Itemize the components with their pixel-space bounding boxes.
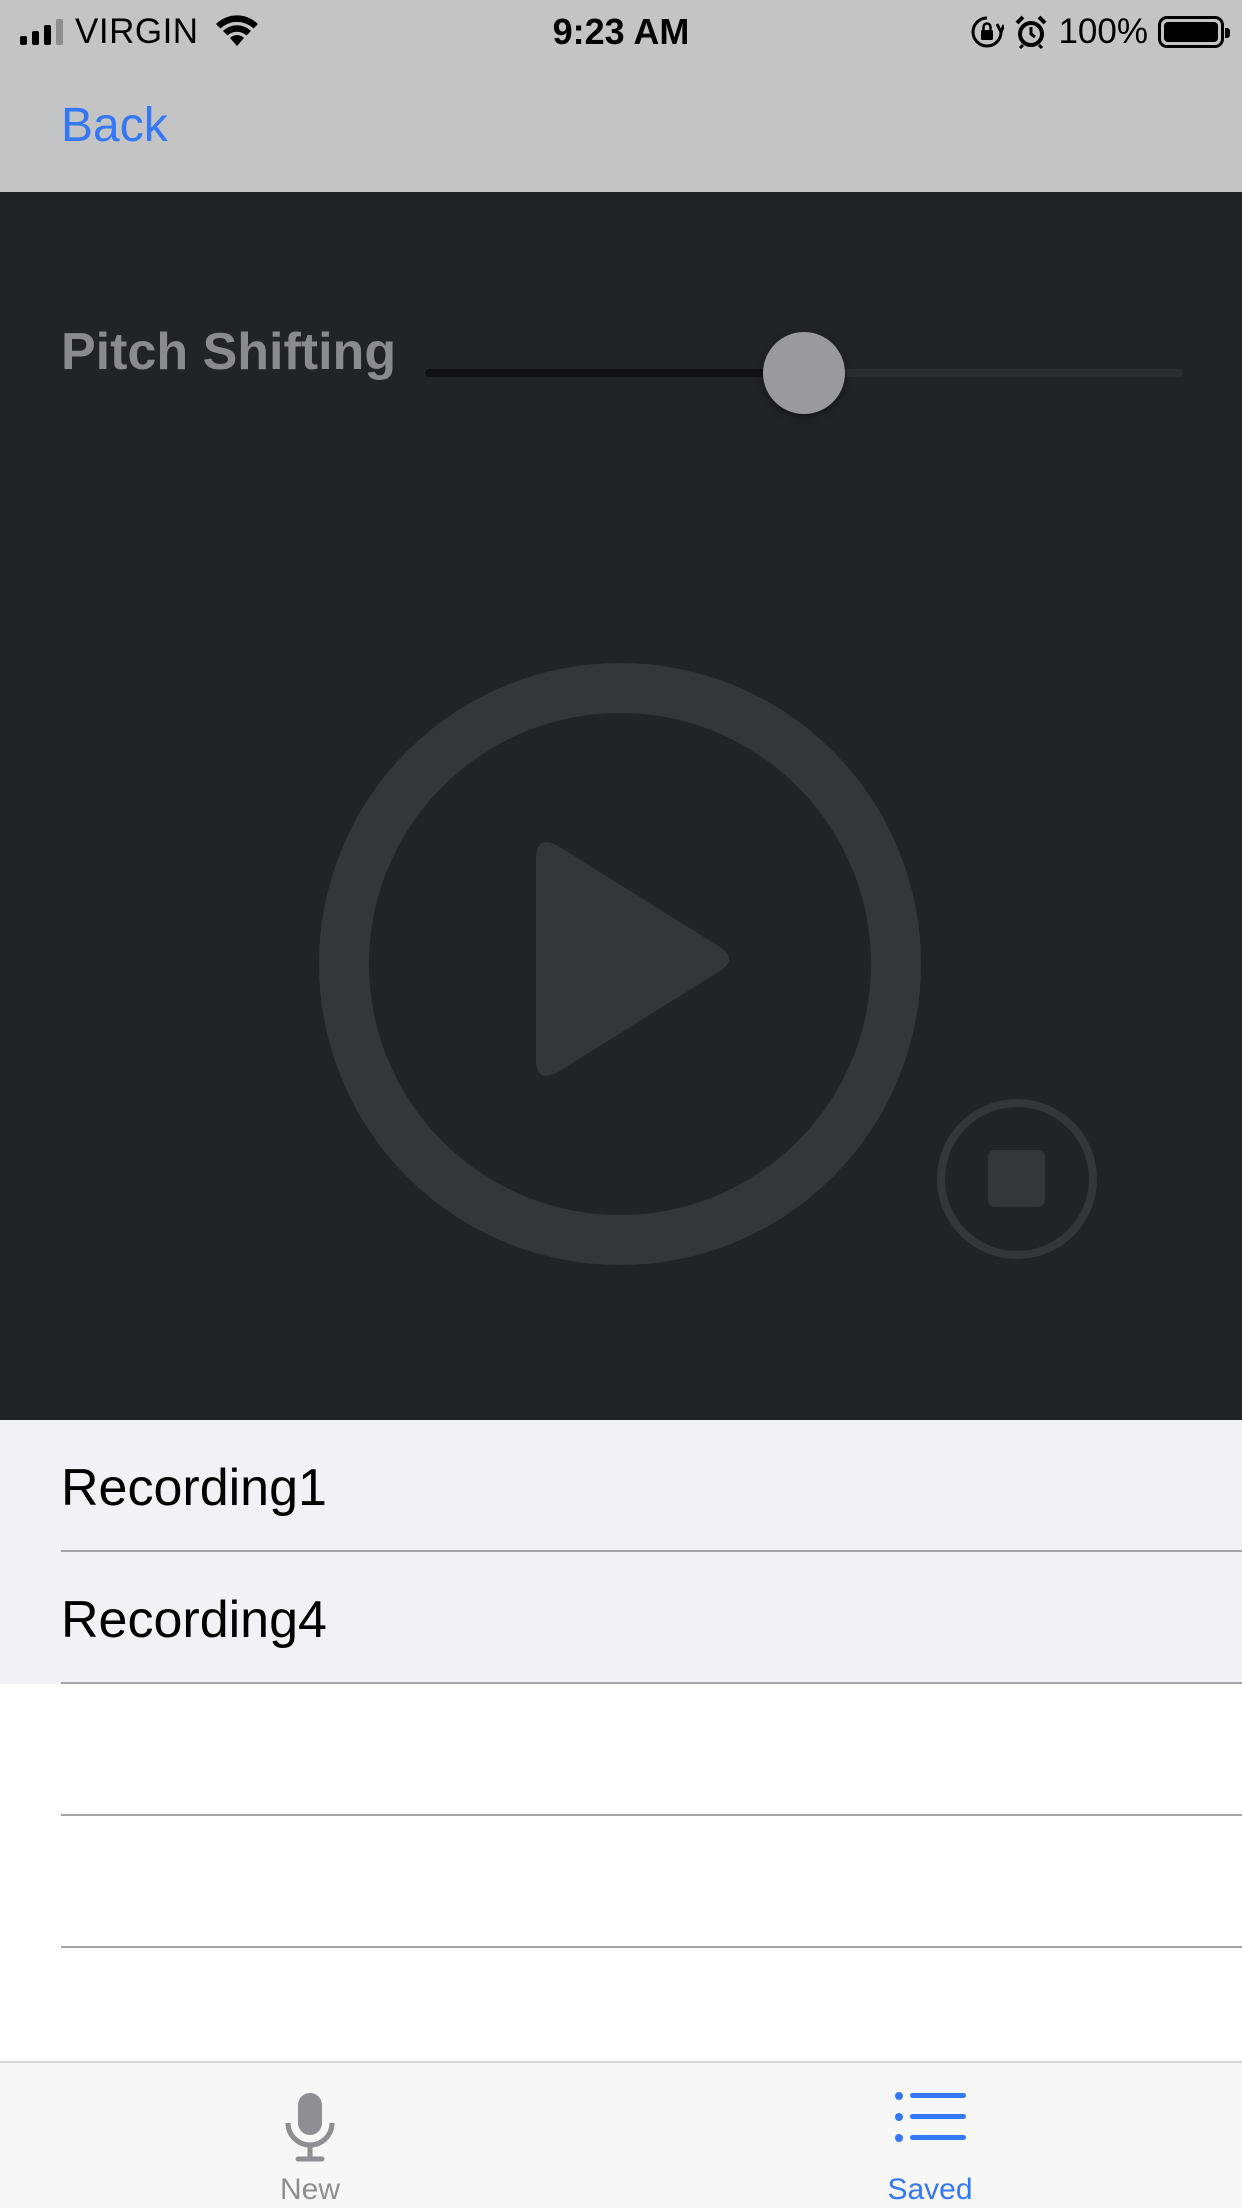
list-item-recording4[interactable]: Recording4 [0, 1552, 1242, 1684]
list-item-recording1[interactable]: Recording1 [0, 1420, 1242, 1552]
tab-bar: New Saved [0, 2061, 1242, 2208]
list-item-label: Recording4 [61, 1591, 327, 1649]
status-bar: VIRGIN 9:23 AM 100% [0, 0, 1242, 62]
orientation-lock-icon [972, 16, 1005, 48]
battery-percentage: 100% [1058, 12, 1148, 51]
microphone-icon [285, 2093, 335, 2162]
empty-row [0, 1684, 1242, 1816]
back-button[interactable]: Back [61, 98, 168, 154]
stop-button[interactable] [936, 1098, 1098, 1260]
alarm-icon [1016, 15, 1047, 49]
pitch-slider-fill [425, 369, 804, 377]
list-item-label: Recording1 [61, 1459, 327, 1517]
navigation-bar: Back [0, 62, 1242, 192]
recordings-list: Recording1 Recording4 [0, 1420, 1242, 1948]
play-button[interactable] [318, 662, 922, 1266]
tab-new-label: New [279, 2173, 340, 2206]
pitch-slider-thumb[interactable] [763, 332, 845, 414]
screen: VIRGIN 9:23 AM 100% Back Pitch Shifting … [0, 0, 1242, 2208]
list-icon [895, 2092, 966, 2142]
status-right: 100% [970, 10, 1230, 54]
tab-new[interactable]: New [160, 2063, 460, 2208]
player-panel: Pitch Shifting [0, 192, 1242, 1420]
pitch-slider[interactable] [425, 332, 1183, 414]
stop-icon [988, 1150, 1045, 1207]
tab-saved[interactable]: Saved [780, 2063, 1080, 2208]
battery-icon [1158, 16, 1230, 48]
pitch-shifting-label: Pitch Shifting [61, 323, 397, 381]
tab-saved-label: Saved [887, 2173, 973, 2206]
play-icon [536, 842, 729, 1076]
empty-row [0, 1816, 1242, 1948]
